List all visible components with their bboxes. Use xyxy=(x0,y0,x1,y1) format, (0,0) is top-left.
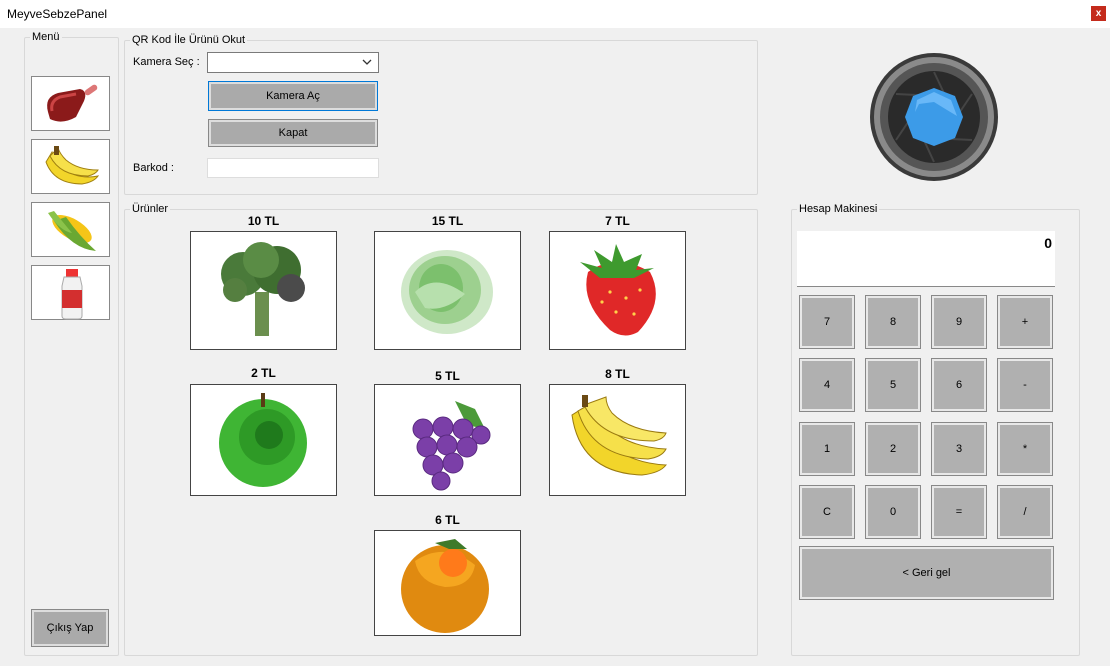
product-price: 10 TL xyxy=(247,214,280,228)
product-grapes[interactable] xyxy=(374,384,521,496)
key-plus[interactable]: + xyxy=(997,295,1053,349)
banana-icon xyxy=(571,395,667,476)
product-broccoli[interactable] xyxy=(190,231,337,350)
product-strawberry[interactable] xyxy=(549,231,686,350)
key-2[interactable]: 2 xyxy=(865,422,921,476)
chevron-down-icon xyxy=(362,59,372,65)
key-6[interactable]: 6 xyxy=(931,358,987,412)
key-minus[interactable]: - xyxy=(997,358,1053,412)
broccoli-icon xyxy=(221,242,305,336)
key-7[interactable]: 7 xyxy=(799,295,855,349)
close-button[interactable]: x xyxy=(1091,6,1106,21)
category-banana-button[interactable] xyxy=(31,139,110,194)
key-9[interactable]: 9 xyxy=(931,295,987,349)
key-multiply[interactable]: * xyxy=(997,422,1053,476)
calculator-display: 0 xyxy=(797,231,1055,287)
menu-legend: Menü xyxy=(32,31,60,43)
product-price: 7 TL xyxy=(605,214,630,228)
window-title: MeyveSebzePanel xyxy=(7,7,108,21)
qr-legend: QR Kod İle Ürünü Okut xyxy=(132,34,246,46)
strawberry-icon xyxy=(580,244,656,336)
product-price: 15 TL xyxy=(431,214,464,228)
products-legend: Ürünler xyxy=(132,203,169,215)
meat-icon xyxy=(47,84,98,122)
product-price: 6 TL xyxy=(435,513,460,527)
camera-lens-icon xyxy=(870,53,998,181)
barcode-label: Barkod : xyxy=(133,162,174,174)
lettuce-icon xyxy=(401,250,493,334)
key-5[interactable]: 5 xyxy=(865,358,921,412)
product-banana[interactable] xyxy=(549,384,686,496)
key-0[interactable]: 0 xyxy=(865,485,921,539)
grapes-icon xyxy=(412,401,491,491)
orange-icon xyxy=(401,539,489,633)
barcode-input[interactable] xyxy=(207,158,379,178)
category-corn-button[interactable] xyxy=(31,202,110,257)
back-button[interactable]: < Geri gel xyxy=(799,546,1054,600)
product-lettuce[interactable] xyxy=(374,231,521,350)
key-1[interactable]: 1 xyxy=(799,422,855,476)
key-equals[interactable]: = xyxy=(931,485,987,539)
key-clear[interactable]: C xyxy=(799,485,855,539)
camera-select[interactable] xyxy=(207,52,379,73)
open-camera-button[interactable]: Kamera Aç xyxy=(208,81,378,111)
camera-select-label: Kamera Seç : xyxy=(133,56,200,68)
product-price: 5 TL xyxy=(435,369,460,383)
key-divide[interactable]: / xyxy=(997,485,1053,539)
logout-button[interactable]: Çıkış Yap xyxy=(31,609,109,647)
close-camera-button[interactable]: Kapat xyxy=(208,119,378,147)
product-green-apple[interactable] xyxy=(190,384,337,496)
banana-icon xyxy=(45,146,100,185)
category-meat-button[interactable] xyxy=(31,76,110,131)
title-bar: MeyveSebzePanel x xyxy=(0,0,1110,28)
key-4[interactable]: 4 xyxy=(799,358,855,412)
key-3[interactable]: 3 xyxy=(931,422,987,476)
product-price: 2 TL xyxy=(251,366,276,380)
corn-icon xyxy=(48,211,96,251)
product-price: 8 TL xyxy=(605,367,630,381)
calculator-legend: Hesap Makinesi xyxy=(799,203,878,215)
milk-bottle-icon xyxy=(61,269,83,320)
calculator-display-value: 0 xyxy=(1044,235,1052,251)
product-orange[interactable] xyxy=(374,530,521,636)
category-milk-button[interactable] xyxy=(31,265,110,320)
green-apple-icon xyxy=(219,393,307,487)
key-8[interactable]: 8 xyxy=(865,295,921,349)
